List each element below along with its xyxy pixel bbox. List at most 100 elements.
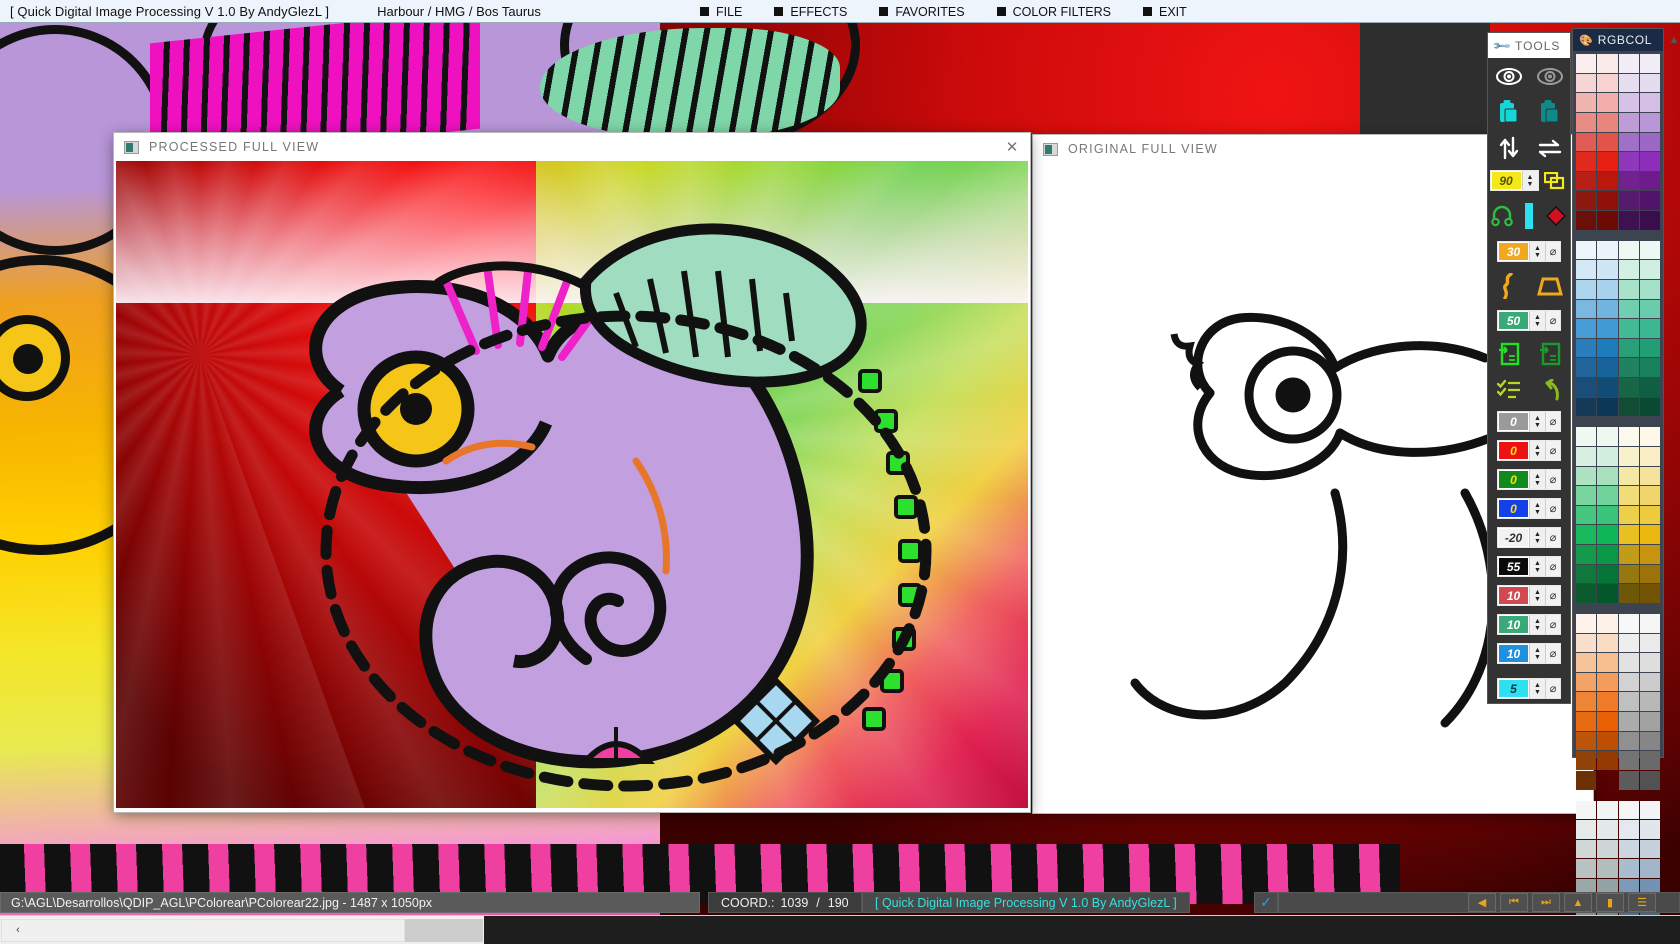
palette-swatch[interactable] <box>1597 358 1617 377</box>
palette-swatch[interactable] <box>1640 486 1660 505</box>
palette-swatch[interactable] <box>1597 525 1617 544</box>
palette-swatch[interactable] <box>1619 398 1639 417</box>
spinner-clear-icon[interactable]: ⌀ <box>1545 615 1560 634</box>
palette-swatch[interactable] <box>1597 692 1617 711</box>
palette-swatch[interactable] <box>1576 54 1596 73</box>
eye-preview-icon[interactable] <box>1495 63 1523 89</box>
duplicate-icon[interactable] <box>1541 168 1569 194</box>
palette-swatch[interactable] <box>1576 751 1596 770</box>
palette-swatch[interactable] <box>1619 506 1639 525</box>
spinner-clear-icon[interactable]: ⌀ <box>1545 470 1560 489</box>
palette-swatch[interactable] <box>1597 584 1617 603</box>
palette-swatch[interactable] <box>1597 241 1617 260</box>
spinner-blur-radius[interactable]: 5 ▲▼ ⌀ <box>1497 678 1561 699</box>
palette-swatch[interactable] <box>1576 506 1596 525</box>
palette-swatch[interactable] <box>1576 859 1596 878</box>
spinner-saturation-level[interactable]: 50 ▲▼ ⌀ <box>1497 310 1561 331</box>
spinner-arrows[interactable]: ▲▼ <box>1529 242 1545 261</box>
spinner-down-icon[interactable]: ▼ <box>1534 252 1541 259</box>
spinner-contrast-level[interactable]: 30 ▲▼ ⌀ <box>1497 241 1561 262</box>
palette-swatch[interactable] <box>1597 447 1617 466</box>
spinner-value[interactable]: 0 <box>1498 470 1529 489</box>
palette-swatch[interactable] <box>1576 584 1596 603</box>
headphones-icon[interactable] <box>1488 203 1515 229</box>
palette-swatch[interactable] <box>1597 614 1617 633</box>
spinner-up-icon[interactable]: ▲ <box>1534 647 1541 654</box>
spinner-brightness-offset[interactable]: -20 ▲▼ ⌀ <box>1497 527 1561 548</box>
palette-swatch[interactable] <box>1619 614 1639 633</box>
palette-swatch[interactable] <box>1640 565 1660 584</box>
palette-swatch[interactable] <box>1597 133 1617 152</box>
scrollbar-track[interactable] <box>405 919 483 942</box>
palette-swatch[interactable] <box>1619 634 1639 653</box>
palette-swatch[interactable] <box>1597 467 1617 486</box>
first-button[interactable]: ⏮ <box>1500 893 1528 912</box>
palette-swatch[interactable] <box>1597 673 1617 692</box>
spinner-rotate-angle[interactable]: 90 ▲▼ <box>1490 170 1539 191</box>
red-diamond-icon[interactable] <box>1543 203 1570 229</box>
palette-swatch[interactable] <box>1640 241 1660 260</box>
palette-swatch[interactable] <box>1619 211 1639 230</box>
battery-button[interactable]: ▮ <box>1596 893 1624 912</box>
palette-swatch[interactable] <box>1619 300 1639 319</box>
spinner-arrows[interactable]: ▲▼ <box>1529 644 1545 663</box>
spinner-arrows[interactable]: ▲▼ <box>1529 441 1545 460</box>
palette-swatch[interactable] <box>1576 191 1596 210</box>
palette-swatch[interactable] <box>1619 692 1639 711</box>
spinner-down-icon[interactable]: ▼ <box>1534 689 1541 696</box>
palette-swatch[interactable] <box>1597 152 1617 171</box>
palette-swatch[interactable] <box>1576 260 1596 279</box>
palette-swatch[interactable] <box>1640 673 1660 692</box>
spinner-up-icon[interactable]: ▲ <box>1534 473 1541 480</box>
palette-swatch[interactable] <box>1576 93 1596 112</box>
palette-swatch[interactable] <box>1619 152 1639 171</box>
menu-item-file[interactable]: FILE <box>700 5 742 19</box>
palette-swatch[interactable] <box>1597 54 1617 73</box>
palette-swatch[interactable] <box>1597 191 1617 210</box>
palette-swatch[interactable] <box>1576 133 1596 152</box>
spinner-arrows[interactable]: ▲▼ <box>1529 470 1545 489</box>
palette-swatch[interactable] <box>1640 191 1660 210</box>
palette-swatch[interactable] <box>1576 319 1596 338</box>
spinner-up-icon[interactable]: ▲ <box>1534 531 1541 538</box>
palette-swatch[interactable] <box>1619 54 1639 73</box>
palette-swatch[interactable] <box>1619 280 1639 299</box>
palette-swatch[interactable] <box>1619 241 1639 260</box>
palette-swatch[interactable] <box>1597 801 1617 820</box>
palette-swatch[interactable] <box>1597 398 1617 417</box>
spinner-clear-icon[interactable]: ⌀ <box>1545 557 1560 576</box>
palette-swatch[interactable] <box>1619 339 1639 358</box>
palette-swatch[interactable] <box>1619 525 1639 544</box>
palette-swatch[interactable] <box>1640 525 1660 544</box>
palette-swatch[interactable] <box>1640 319 1660 338</box>
palette-swatch[interactable] <box>1576 300 1596 319</box>
spinner-tint-red[interactable]: 10 ▲▼ ⌀ <box>1497 585 1561 606</box>
palette-swatch[interactable] <box>1597 427 1617 446</box>
palette-swatch[interactable] <box>1640 152 1660 171</box>
spinner-clear-icon[interactable]: ⌀ <box>1545 586 1560 605</box>
palette-swatch[interactable] <box>1576 840 1596 859</box>
palette-swatch[interactable] <box>1640 506 1660 525</box>
spinner-value[interactable]: -20 <box>1498 528 1529 547</box>
processed-canvas[interactable] <box>116 161 1028 808</box>
flip-vertical-icon[interactable] <box>1495 135 1523 161</box>
palette-swatch[interactable] <box>1597 565 1617 584</box>
palette-swatch[interactable] <box>1597 545 1617 564</box>
palette-swatch[interactable] <box>1640 447 1660 466</box>
spinner-value[interactable]: 30 <box>1498 242 1529 261</box>
palette-swatch[interactable] <box>1619 801 1639 820</box>
spinner-up-icon[interactable]: ▲ <box>1534 314 1541 321</box>
palette-swatch[interactable] <box>1619 673 1639 692</box>
spinner-red-channel[interactable]: 0 ▲▼ ⌀ <box>1497 440 1561 461</box>
spinner-arrows[interactable]: ▲▼ <box>1529 499 1545 518</box>
spinner-down-icon[interactable]: ▼ <box>1534 321 1541 328</box>
spinner-down-icon[interactable]: ▼ <box>1534 625 1541 632</box>
palette-swatch[interactable] <box>1576 211 1596 230</box>
palette-swatch[interactable] <box>1640 467 1660 486</box>
scroll-left-icon[interactable]: ‹ <box>6 916 30 944</box>
processed-full-view-window[interactable]: PROCESSED FULL VIEW ✕ <box>114 133 1030 812</box>
palette-swatch[interactable] <box>1640 93 1660 112</box>
palette-swatch[interactable] <box>1619 486 1639 505</box>
spinner-up-icon[interactable]: ▲ <box>1534 415 1541 422</box>
palette-swatch[interactable] <box>1576 241 1596 260</box>
